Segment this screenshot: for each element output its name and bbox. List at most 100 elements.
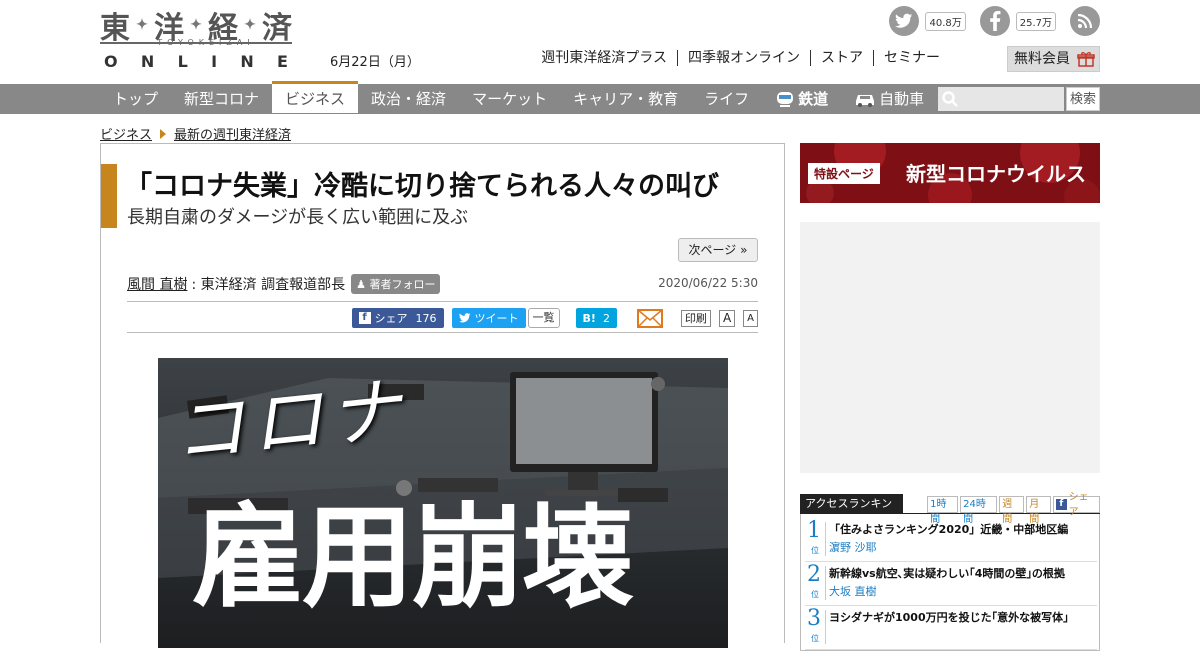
nav-item-market[interactable]: マーケット xyxy=(459,84,560,114)
facebook-icon[interactable] xyxy=(979,6,1010,36)
nav-label: 政治・経済 xyxy=(371,90,447,108)
next-page-button[interactable]: 次ページ » xyxy=(678,238,758,262)
hero-text-employment-collapse: 雇用崩壊 xyxy=(192,493,634,623)
tab-share[interactable]: f シェア xyxy=(1053,492,1100,518)
rank-headline: 「住みよさランキング2020」近畿・中部地区編 xyxy=(829,523,1069,536)
tab-24-hours[interactable]: 24時間 xyxy=(960,496,998,525)
coronavirus-feature-banner[interactable]: 特設ページ 新型コロナウイルス xyxy=(800,143,1100,203)
chevron-right-icon xyxy=(160,128,167,139)
nav-label: マーケット xyxy=(472,90,548,108)
breadcrumb: ビジネス 最新の週刊東洋経済 xyxy=(100,124,291,143)
tab-1-hour[interactable]: 1時間 xyxy=(927,496,959,525)
nav-item-business[interactable]: ビジネス xyxy=(272,81,359,113)
rank-headline: 新幹線vs航空､実は疑わしい｢4時間の壁｣の根拠 xyxy=(829,567,1065,580)
rank-divider xyxy=(825,610,826,644)
nav-label: トップ xyxy=(113,90,159,108)
tab-label: シェア xyxy=(1068,491,1089,518)
nav-item-railway[interactable]: 鉄道 xyxy=(762,84,841,114)
rank-suffix: 位 xyxy=(811,634,819,643)
nav-item-politics-economy[interactable]: 政治・経済 xyxy=(358,84,459,114)
rank-author: 濵野 沙耶 xyxy=(829,541,877,554)
search-button[interactable]: 検索 xyxy=(1066,87,1100,111)
member-label: 無料会員 xyxy=(1014,51,1070,67)
byline: 風間 直樹 : 東洋経済 調査報道部長 ♟ 著者フォロー xyxy=(127,274,441,294)
ranking-tabs: アクセスランキング 1時間 24時間 週間 月間 f シェア xyxy=(800,492,1100,529)
facebook-icon: f xyxy=(1056,499,1067,510)
nav-label: キャリア・教育 xyxy=(573,90,679,108)
site-logo[interactable]: 東 ✦ 洋 ✦ 経 ✦ 済 TOYOKEIZAI O N L I N E xyxy=(100,8,292,71)
follow-author-button[interactable]: ♟ 著者フォロー xyxy=(351,274,441,294)
twitter-follower-count: 40.8万 xyxy=(925,11,966,31)
nav-label: 自動車 xyxy=(879,90,925,108)
publish-date: 2020/06/22 5:30 xyxy=(658,276,758,290)
rank-author: 大坂 直樹 xyxy=(829,585,877,598)
logo-online: O N L I N E xyxy=(100,52,292,71)
share-label: シェア xyxy=(374,312,408,325)
topnav-link[interactable]: セミナー xyxy=(873,50,950,66)
hero-image: コロナ 雇用崩壊 xyxy=(158,358,728,648)
twitter-icon xyxy=(458,313,471,323)
rank-divider xyxy=(825,522,826,556)
social-links: 40.8万 25.7万 xyxy=(889,6,1100,36)
site-header: 東 ✦ 洋 ✦ 経 ✦ 済 TOYOKEIZAI O N L I N E 6月2… xyxy=(0,0,1200,84)
twitter-icon[interactable] xyxy=(889,6,920,36)
ranking-title: アクセスランキング xyxy=(800,494,904,529)
banner-title: 新型コロナウイルス xyxy=(906,162,1086,186)
person-icon: ♟ xyxy=(356,278,366,291)
hatena-label: B! xyxy=(582,311,596,325)
logo-rule: TOYOKEIZAI xyxy=(100,38,292,48)
access-ranking: アクセスランキング 1時間 24時間 週間 月間 f シェア 1 位 「住みよさ… xyxy=(800,492,1100,651)
mail-icon[interactable] xyxy=(636,308,663,328)
topnav-link[interactable]: 四季報オンライン xyxy=(677,50,810,66)
logo-roman: TOYOKEIZAI xyxy=(157,38,255,47)
header-date: 6月22日（月） xyxy=(330,55,420,70)
breadcrumb-link[interactable]: ビジネス xyxy=(100,124,152,143)
ranking-item[interactable]: 1 位 「住みよさランキング2020」近畿・中部地区編 濵野 沙耶 xyxy=(805,518,1097,562)
nav-item-career-education[interactable]: キャリア・教育 xyxy=(560,84,691,114)
train-icon xyxy=(777,92,794,107)
font-large-button[interactable]: A xyxy=(718,309,736,327)
site-search: 検索 xyxy=(938,87,1100,111)
topnav-link[interactable]: ストア xyxy=(810,50,873,66)
rss-icon[interactable] xyxy=(1070,6,1100,36)
share-bar: f シェア 176 ツイート 一覧 B! 2 印刷 A A xyxy=(127,301,758,333)
feature-page-tag: 特設ページ xyxy=(808,163,880,184)
rank-divider xyxy=(825,566,826,600)
nav-item-life[interactable]: ライフ xyxy=(691,84,762,114)
ranking-item[interactable]: 2 位 新幹線vs航空､実は疑わしい｢4時間の壁｣の根拠 大坂 直樹 xyxy=(805,562,1097,606)
tab-monthly[interactable]: 月間 xyxy=(1026,496,1052,525)
facebook-like-count: 25.7万 xyxy=(1015,11,1056,31)
facebook-share-button[interactable]: f シェア 176 xyxy=(351,308,444,328)
breadcrumb-link[interactable]: 最新の週刊東洋経済 xyxy=(174,124,291,143)
logo-letter: N xyxy=(240,52,254,71)
search-icon xyxy=(942,91,958,107)
logo-letter: L xyxy=(177,52,188,71)
free-member-button[interactable]: 無料会員 xyxy=(1007,46,1100,72)
follow-label: 著者フォロー xyxy=(369,278,436,291)
font-small-button[interactable]: A xyxy=(743,309,758,327)
nav-item-top[interactable]: トップ xyxy=(100,84,171,114)
tweet-button[interactable]: ツイート xyxy=(451,308,526,328)
facebook-icon: f xyxy=(358,312,371,324)
logo-figure-icon: ✦ xyxy=(244,17,256,33)
nav-item-automobile[interactable]: 自動車 xyxy=(841,84,937,114)
print-button[interactable]: 印刷 xyxy=(680,309,711,327)
hatena-bookmark-button[interactable]: B! 2 xyxy=(575,308,617,328)
logo-letter: N xyxy=(140,52,155,71)
share-count: 176 xyxy=(415,311,437,325)
nav-label: ビジネス xyxy=(285,89,346,108)
top-nav: 週刊東洋経済プラス 四季報オンライン ストア セミナー xyxy=(531,50,950,66)
tweet-list-link[interactable]: 一覧 xyxy=(527,308,560,328)
rank-number: 1 xyxy=(807,518,821,543)
nav-label: ライフ xyxy=(704,90,750,108)
ranking-list: 1 位 「住みよさランキング2020」近畿・中部地区編 濵野 沙耶 2 位 新幹… xyxy=(800,514,1100,651)
nav-item-coronavirus[interactable]: 新型コロナ xyxy=(171,84,272,114)
advertisement-slot xyxy=(800,222,1100,473)
ranking-item[interactable]: 3 位 ヨシダナギが1000万円を投じた｢意外な被写体｣ xyxy=(805,606,1097,650)
logo-figure-icon: ✦ xyxy=(190,17,202,33)
rank-suffix: 位 xyxy=(811,546,819,555)
tab-weekly[interactable]: 週間 xyxy=(999,496,1025,525)
author-link[interactable]: 風間 直樹 xyxy=(127,274,187,294)
search-input[interactable] xyxy=(938,87,1064,111)
topnav-link[interactable]: 週刊東洋経済プラス xyxy=(531,50,677,66)
